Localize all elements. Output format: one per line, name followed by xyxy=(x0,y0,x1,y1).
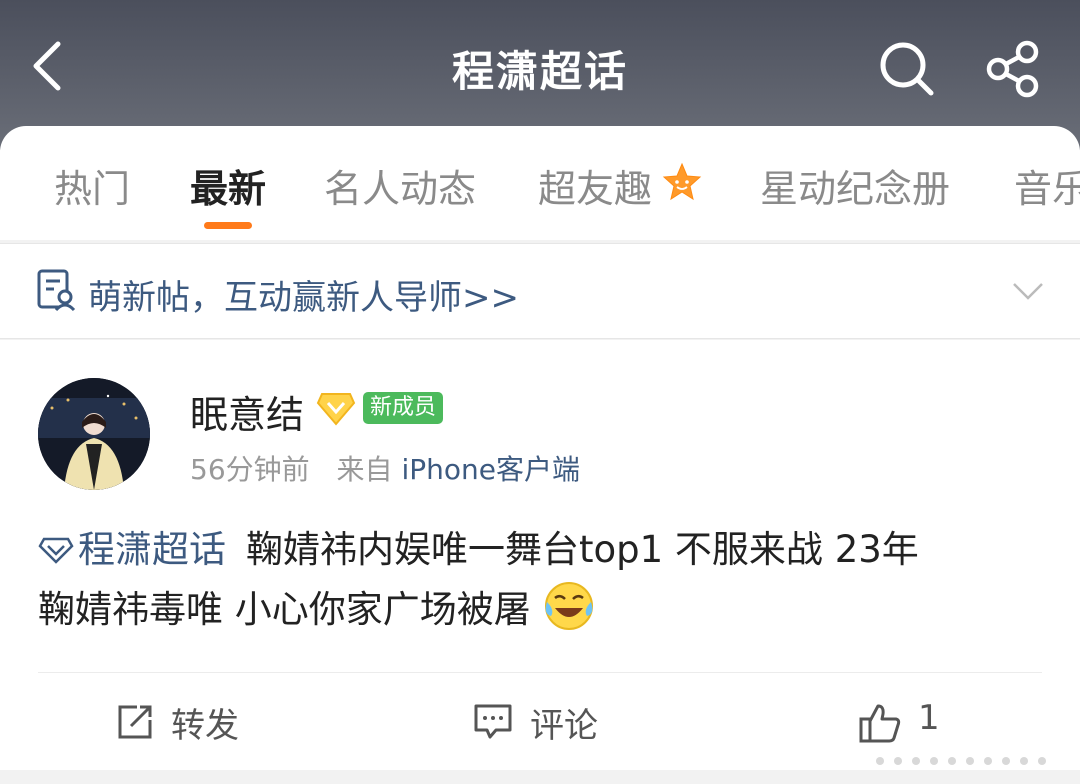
topic-link[interactable]: 程潇超话 xyxy=(38,528,226,571)
chevron-down-icon[interactable] xyxy=(1010,272,1046,308)
notice-text[interactable]: 萌新帖，互动赢新人导师>> xyxy=(88,270,519,319)
divider xyxy=(38,672,1042,673)
thumbs-up-icon xyxy=(859,704,901,743)
comment-label[interactable]: 评论 xyxy=(530,698,598,747)
topic-name[interactable]: 程潇超话 xyxy=(78,528,226,571)
repost-icon xyxy=(118,705,152,739)
document-user-icon xyxy=(37,269,76,312)
post-content: 程潇超话 鞠婧祎内娱唯一舞台top1 不服来战 23年 鞠婧祎毒唯 小心你家广场被… xyxy=(38,520,1048,640)
tab-music[interactable]: 音乐 xyxy=(1014,158,1080,213)
tab-celebrity-news[interactable]: 名人动态 xyxy=(324,158,476,213)
share-icon[interactable] xyxy=(984,40,1042,98)
search-icon[interactable] xyxy=(878,40,936,98)
tab-latest[interactable]: 最新 xyxy=(190,158,266,213)
source-prefix: 来自 xyxy=(336,453,393,486)
avatar[interactable] xyxy=(38,378,150,490)
watermark-dots xyxy=(876,757,1046,765)
diamond-badge-icon xyxy=(316,393,356,426)
tab-star-album[interactable]: 星动纪念册 xyxy=(760,158,950,213)
author-name[interactable]: 眠意结 xyxy=(190,384,304,439)
repost-label[interactable]: 转发 xyxy=(171,698,239,747)
post-meta: 56分钟前 来自 iPhone客户端 xyxy=(190,448,580,488)
like-count[interactable]: 1 xyxy=(918,698,940,738)
newcomer-notice[interactable]: 萌新帖，互动赢新人导师>> xyxy=(0,243,1080,339)
tab-bar: 热门 最新 名人动态 超友趣 星动纪念册 音乐 xyxy=(0,126,1080,240)
post-text-line1: 鞠婧祎内娱唯一舞台top1 不服来战 23年 xyxy=(246,528,919,571)
tab-hot[interactable]: 热门 xyxy=(54,158,130,213)
post-card: 眠意结 新成员 56分钟前 来自 iPhone客户端 程潇超话 鞠婧祎内娱唯一舞台… xyxy=(0,340,1080,770)
comment-icon xyxy=(474,704,512,739)
member-badge: 新成员 xyxy=(363,392,444,424)
tab-fun[interactable]: 超友趣 xyxy=(538,158,652,213)
active-tab-indicator xyxy=(204,222,252,229)
topic-diamond-icon xyxy=(38,537,74,564)
post-source: iPhone客户端 xyxy=(401,453,580,486)
laughing-tears-emoji-icon xyxy=(544,582,593,630)
star-badge-icon xyxy=(662,162,702,201)
post-text-line2: 鞠婧祎毒唯 小心你家广场被屠 xyxy=(38,588,531,631)
post-time: 56分钟前 xyxy=(190,453,310,486)
